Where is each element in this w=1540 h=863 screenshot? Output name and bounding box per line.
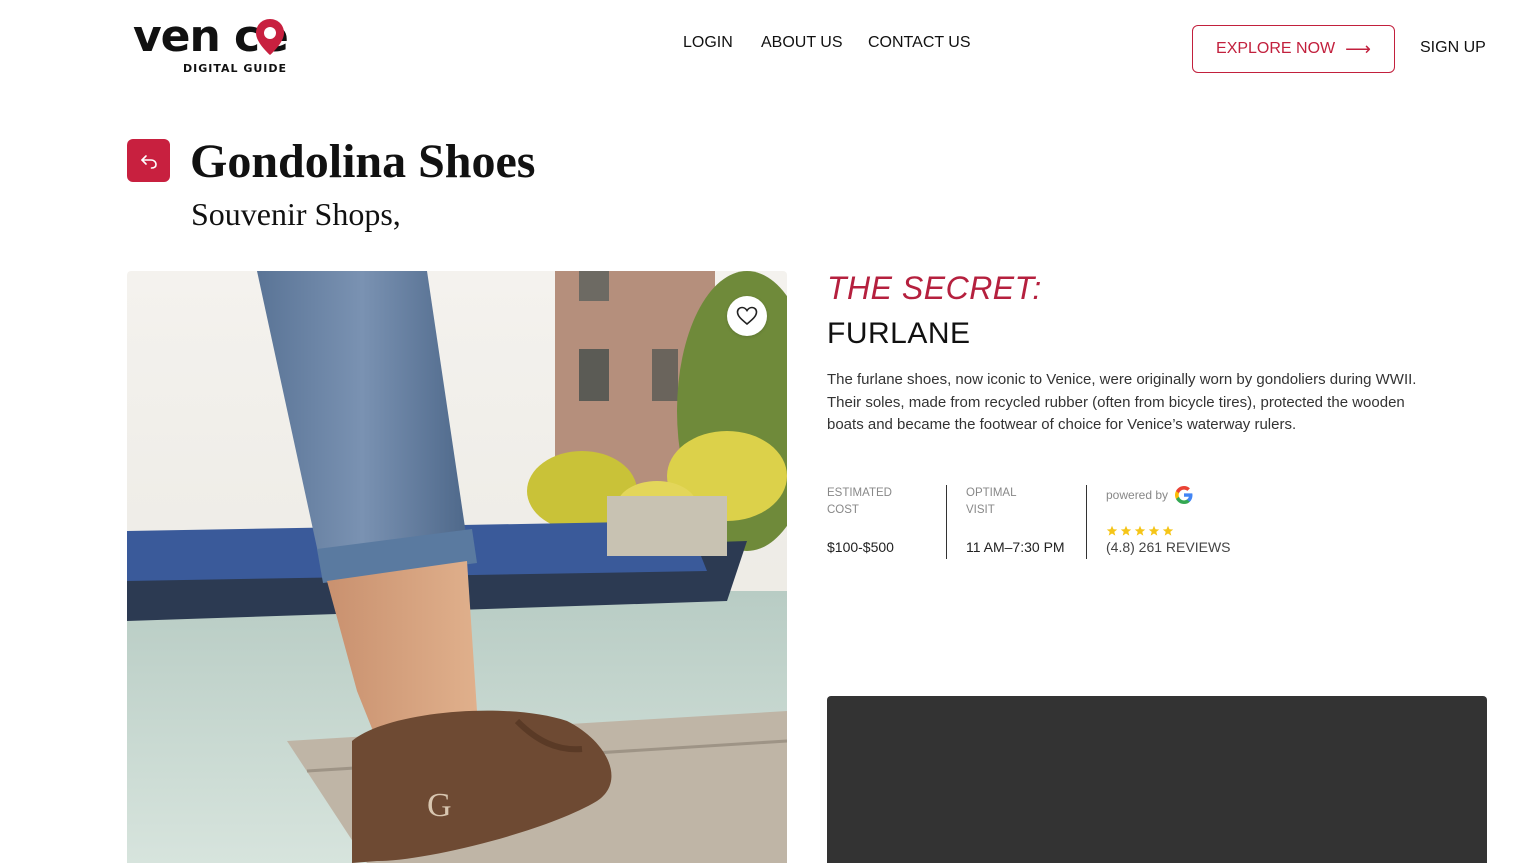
optimal-visit-label: OPTIMAL VISIT	[966, 487, 1017, 516]
logo[interactable]: venice DIGITAL GUIDE	[133, 12, 338, 76]
place-category: Souvenir Shops,	[191, 196, 401, 232]
secret-label: THE SECRET:	[827, 270, 1042, 306]
favorite-button[interactable]	[727, 296, 767, 336]
map-panel[interactable]	[827, 696, 1487, 863]
rating-stars	[1106, 525, 1174, 537]
estimated-cost-stat: ESTIMATED COST $100-$500	[827, 485, 907, 555]
star-icon	[1148, 525, 1160, 536]
star-icon	[1162, 525, 1174, 536]
explore-now-button[interactable]: EXPLORE NOW ⟶	[1192, 25, 1395, 73]
optimal-visit-value: 11 AM–7:30 PM	[966, 539, 1065, 555]
back-arrow-icon	[140, 154, 157, 169]
star-icon	[1120, 525, 1132, 536]
google-icon	[1175, 486, 1193, 504]
back-button[interactable]	[127, 139, 170, 182]
nav-about-us[interactable]: ABOUT US	[761, 34, 843, 52]
sign-up-link[interactable]: SIGN UP	[1420, 39, 1486, 57]
site-header: venice DIGITAL GUIDE LOGIN ABOUT US CONT…	[0, 0, 1540, 100]
nav-contact-us[interactable]: CONTACT US	[868, 34, 971, 52]
secret-description: The furlane shoes, now iconic to Venice,…	[827, 371, 1417, 433]
star-icon	[1106, 525, 1118, 536]
reviews-count[interactable]: (4.8) 261 REVIEWS	[1106, 539, 1231, 555]
stat-divider	[946, 485, 947, 559]
powered-by-label: powered by	[1106, 488, 1169, 502]
secret-name: FURLANE	[827, 317, 971, 350]
page-title: Gondolina Shoes	[190, 135, 536, 188]
star-icon	[1134, 525, 1146, 536]
powered-by-google: powered by	[1106, 485, 1194, 505]
explore-now-label: EXPLORE NOW	[1216, 40, 1336, 57]
logo-subtitle: DIGITAL GUIDE	[183, 62, 288, 75]
estimated-cost-label: ESTIMATED COST	[827, 487, 892, 516]
estimated-cost-value: $100-$500	[827, 539, 894, 555]
optimal-visit-stat: OPTIMAL VISIT 11 AM–7:30 PM	[966, 485, 1065, 555]
svg-text:G: G	[427, 787, 452, 824]
arrow-right-icon: ⟶	[1345, 38, 1371, 59]
nav-login[interactable]: LOGIN	[683, 34, 733, 52]
map-pin-icon	[256, 19, 284, 55]
place-photo: G	[127, 271, 787, 863]
heart-icon	[736, 306, 758, 326]
stat-divider	[1086, 485, 1087, 559]
